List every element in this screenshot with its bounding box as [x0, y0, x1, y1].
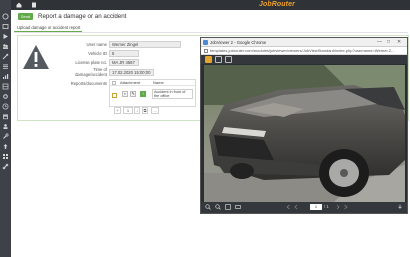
attachment-name-field[interactable]: Accident in front of the office — [152, 89, 193, 99]
fit-width-icon[interactable] — [235, 204, 241, 210]
user-name-field[interactable]: Werner Zingel — [109, 41, 181, 48]
attachments-header: Attachment Name — [110, 80, 195, 86]
user-name-label: User name — [86, 42, 107, 47]
archive-icon[interactable] — [2, 113, 9, 120]
viewer-toolbar — [201, 55, 407, 64]
viewer-address-bar: templates.jobrouter.com/modules/jobviewe… — [201, 47, 407, 55]
upload-icon[interactable] — [2, 143, 9, 150]
viewer-titlebar: JobViewer 2 - Google Chrome — □ ✕ — [201, 38, 407, 47]
viewer-url[interactable]: templates.jobrouter.com/modules/jobviewe… — [210, 48, 395, 53]
select-all-checkbox[interactable] — [112, 81, 116, 85]
zoom-out-icon[interactable] — [215, 204, 221, 210]
app-logo: JobRouter — [259, 1, 295, 8]
prev-page-icon[interactable] — [293, 204, 299, 210]
start-icon[interactable] — [2, 33, 9, 40]
copy-row-button[interactable]: ⧉ — [142, 107, 148, 114]
document-icon[interactable] — [31, 2, 37, 8]
link-icon[interactable] — [2, 163, 9, 170]
vehicle-id-field[interactable]: 5 — [109, 50, 139, 57]
workflow-icon[interactable] — [2, 13, 9, 20]
warning-icon — [22, 44, 50, 70]
pencil-icon[interactable]: ✎ — [130, 91, 136, 97]
wrench-icon[interactable] — [2, 133, 9, 140]
time-label-line2: damage/accident — [75, 72, 107, 77]
rotate-icon[interactable] — [205, 56, 212, 63]
first-page-icon[interactable] — [285, 204, 291, 210]
page-input[interactable]: 1 — [310, 204, 322, 210]
upload-attachment-button[interactable]: ↑ — [140, 91, 146, 97]
top-bar: JobRouter — [11, 0, 410, 10]
refresh-icon[interactable] — [215, 56, 222, 63]
move-down-button[interactable]: ↓ — [134, 107, 140, 114]
home-icon[interactable] — [16, 2, 22, 8]
reports-label: Reports/documents — [70, 81, 107, 86]
settings-icon[interactable] — [2, 93, 9, 100]
chart-icon[interactable] — [2, 73, 9, 80]
viewer-title: JobViewer 2 - Google Chrome — [210, 40, 267, 45]
zoom-in-icon[interactable] — [205, 204, 211, 210]
page-total: / 1 — [324, 204, 329, 209]
more-button[interactable]: ... — [151, 107, 159, 114]
viewer-bottom-toolbar: 1 / 1 — [201, 202, 407, 213]
attachment-column-header: Attachment — [120, 80, 141, 85]
vehicle-id-label: Vehicle ID — [88, 51, 107, 56]
fit-page-icon[interactable] — [225, 204, 231, 210]
attachments-table: Attachment Name ▪ ✎ ↑ Accident in front … — [109, 79, 196, 107]
star-icon[interactable]: ☆ — [112, 13, 117, 20]
download-icon[interactable] — [397, 204, 403, 210]
inbox-icon[interactable] — [2, 23, 9, 30]
view-icon[interactable] — [225, 56, 232, 63]
lock-icon — [204, 49, 208, 53]
job-viewer-window: JobViewer 2 - Google Chrome — □ ✕ templa… — [200, 37, 408, 214]
add-row-button[interactable]: + — [114, 107, 121, 114]
clock-icon[interactable] — [2, 103, 9, 110]
chrome-icon — [203, 40, 208, 45]
license-plate-field[interactable]: MA JR 4567 — [109, 59, 139, 66]
tab-divider — [14, 32, 408, 33]
license-plate-label: License plate no. — [75, 60, 107, 65]
maximize-button[interactable]: □ — [387, 39, 390, 45]
tools-icon[interactable] — [2, 53, 9, 60]
minimize-button[interactable]: — — [377, 39, 382, 45]
close-button[interactable]: ✕ — [397, 39, 401, 45]
table-icon[interactable] — [2, 83, 9, 90]
group-icon[interactable] — [2, 43, 9, 50]
user-icon[interactable] — [2, 123, 9, 130]
name-column-header: Name — [153, 80, 164, 85]
send-button[interactable]: Send — [18, 13, 33, 20]
row-checkbox[interactable] — [112, 93, 117, 98]
next-page-icon[interactable] — [335, 204, 341, 210]
list-icon[interactable] — [2, 63, 9, 70]
time-field[interactable]: 17.02.2020 15:00:00 — [109, 69, 154, 76]
page-number-field[interactable]: 1 — [123, 107, 133, 114]
tab-upload-report[interactable]: Upload damage or accident report — [14, 24, 82, 32]
grid-icon[interactable] — [2, 153, 9, 160]
file-icon[interactable]: ▪ — [122, 91, 128, 97]
left-nav-rail — [0, 0, 11, 257]
last-page-icon[interactable] — [343, 204, 349, 210]
